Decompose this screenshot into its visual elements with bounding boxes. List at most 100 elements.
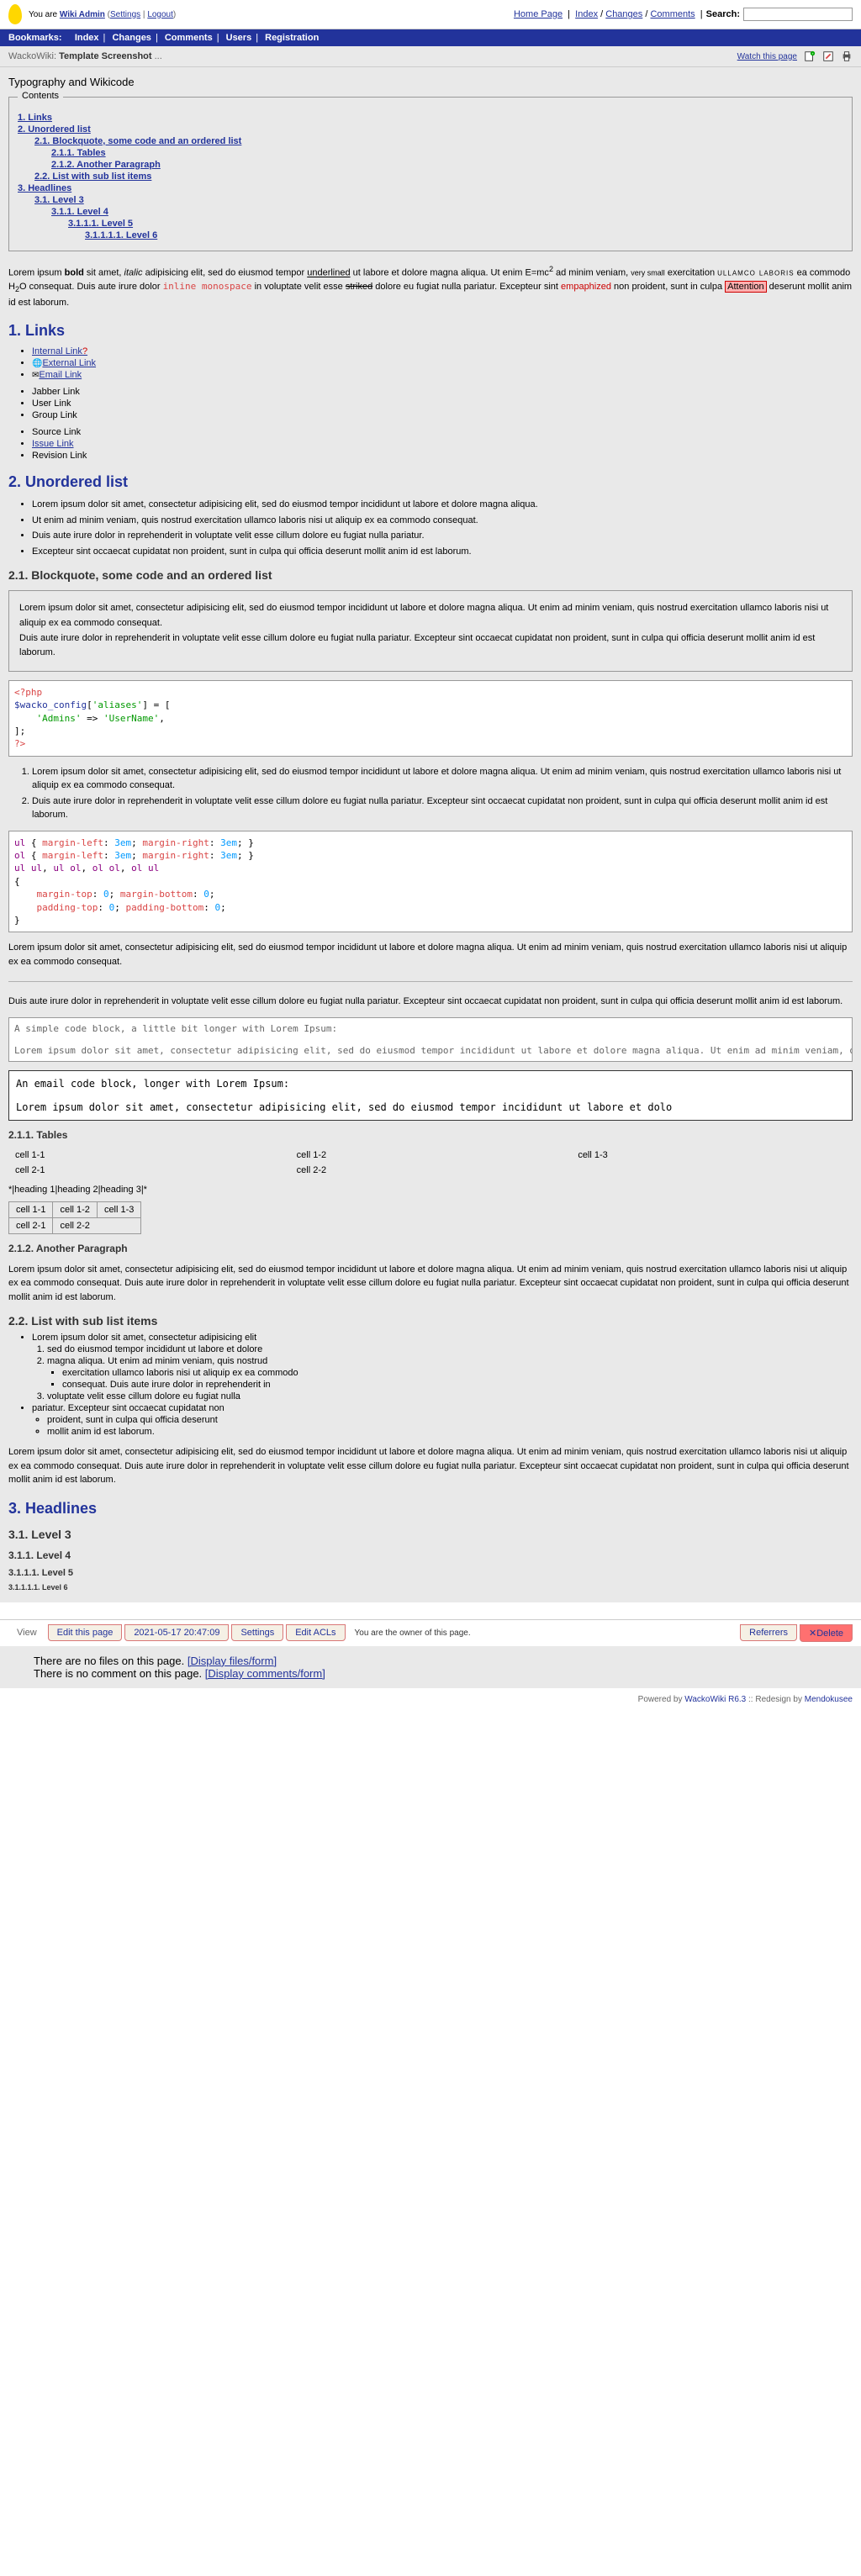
owner-text: You are the owner of this page. <box>355 1628 471 1638</box>
h-level4: 3.1.1. Level 4 <box>8 1549 853 1561</box>
table-markup: *|heading 1|heading 2|heading 3|* <box>8 1185 853 1195</box>
bookmark-add-icon[interactable]: + <box>804 50 816 62</box>
comments-link[interactable]: Comments <box>650 9 695 19</box>
search-input[interactable] <box>743 8 853 21</box>
delete-tab[interactable]: ✕Delete <box>800 1624 853 1642</box>
settings-tab[interactable]: Settings <box>231 1624 283 1641</box>
para-after-code: Lorem ipsum dolor sit amet, consectetur … <box>8 941 853 969</box>
referrers-tab[interactable]: Referrers <box>740 1624 797 1641</box>
bookmarks-bar: Bookmarks: Index| Changes| Comments| Use… <box>0 29 861 46</box>
h-level3: 3.1. Level 3 <box>8 1528 853 1541</box>
divider <box>8 981 853 982</box>
svg-text:+: + <box>811 51 814 55</box>
ordered-list: Lorem ipsum dolor sit amet, consectetur … <box>32 765 853 822</box>
files-link[interactable]: [Display files/form] <box>188 1655 277 1667</box>
acls-tab[interactable]: Edit ACLs <box>286 1624 345 1641</box>
issue-link[interactable]: Issue Link <box>32 439 74 449</box>
list-item: Lorem ipsum dolor sit amet, consectetur … <box>32 498 853 512</box>
jabber-link: Jabber Link <box>32 387 853 397</box>
toc-unordered[interactable]: 2. Unordered list <box>18 124 91 135</box>
list-item: Duis aute irure dolor in reprehenderit i… <box>32 794 853 822</box>
list-item: Ut enim ad minim veniam, quis nostrud ex… <box>32 514 853 528</box>
toc-l6[interactable]: 3.1.1.1.1. Level 6 <box>85 230 157 240</box>
page-title: Template Screenshot <box>59 51 151 61</box>
bookmark-changes[interactable]: Changes <box>112 33 151 43</box>
toc-another[interactable]: 2.1.2. Another Paragraph <box>51 160 161 170</box>
list-item: pariatur. Excepteur sint occaecat cupida… <box>32 1403 853 1437</box>
link-list-1: Internal Link 🌐External Link ✉Email Link <box>32 346 853 380</box>
link-list-3: Source Link Issue Link Revision Link <box>32 427 853 461</box>
toc-blockquote[interactable]: 2.1. Blockquote, some code and an ordere… <box>34 136 241 146</box>
email-link[interactable]: Email Link <box>39 370 82 380</box>
content-heading: Typography and Wikicode <box>8 76 853 88</box>
link-list-2: Jabber Link User Link Group Link <box>32 387 853 420</box>
footer-info: There are no files on this page. [Displa… <box>0 1646 861 1688</box>
toc-tables[interactable]: 2.1.1. Tables <box>51 148 106 158</box>
nested-list: Lorem ipsum dolor sit amet, consectetur … <box>32 1333 853 1437</box>
toc-legend: Contents <box>18 91 63 101</box>
final-para: Lorem ipsum dolor sit amet, consectetur … <box>8 1445 853 1487</box>
list-item: Lorem ipsum dolor sit amet, consectetur … <box>32 765 853 793</box>
print-icon[interactable] <box>841 50 853 62</box>
edit-tab[interactable]: Edit this page <box>48 1624 123 1641</box>
footer-tabs: View Edit this page 2021-05-17 20:47:09 … <box>0 1619 861 1646</box>
toc-l3[interactable]: 3.1. Level 3 <box>34 195 84 205</box>
internal-link[interactable]: Internal Link <box>32 346 87 356</box>
h-sublist: 2.2. List with sub list items <box>8 1314 853 1328</box>
bookmark-index[interactable]: Index <box>75 33 99 43</box>
external-icon: 🌐 <box>32 359 42 368</box>
list-item: Excepteur sint occaecat cupidatat non pr… <box>32 545 853 559</box>
bookmark-users[interactable]: Users <box>226 33 252 43</box>
changes-link[interactable]: Changes <box>605 9 642 19</box>
settings-link[interactable]: Settings <box>110 10 140 19</box>
table-2: cell 1-1cell 1-2cell 1-3 cell 2-1cell 2-… <box>8 1201 141 1234</box>
toc-links[interactable]: 1. Links <box>18 113 52 123</box>
toc: Contents 1. Links 2. Unordered list 2.1.… <box>8 97 853 251</box>
list-item: Lorem ipsum dolor sit amet, consectetur … <box>32 1333 853 1401</box>
revision-link: Revision Link <box>32 451 853 461</box>
index-link[interactable]: Index <box>575 9 598 19</box>
h-headlines: 3. Headlines <box>8 1500 853 1518</box>
external-link[interactable]: External Link <box>42 358 96 368</box>
logo-icon <box>8 4 22 24</box>
table-1: cell 1-1cell 1-2cell 1-3 cell 2-1cell 2-… <box>8 1148 853 1178</box>
toc-headlines[interactable]: 3. Headlines <box>18 183 71 193</box>
content: Typography and Wikicode Contents 1. Link… <box>0 67 861 1602</box>
logout-link[interactable]: Logout <box>147 10 173 19</box>
watch-link[interactable]: Watch this page <box>737 52 797 61</box>
h-level5: 3.1.1.1. Level 5 <box>8 1568 853 1578</box>
toc-l5[interactable]: 3.1.1.1. Level 5 <box>68 219 133 229</box>
php-code: <?php $wacko_config['aliases'] = [ 'Admi… <box>8 680 853 757</box>
bookmark-comments[interactable]: Comments <box>165 33 213 43</box>
wacko-link[interactable]: WackoWiki R6.3 <box>684 1695 746 1704</box>
h-links: 1. Links <box>8 322 853 340</box>
user-link[interactable]: Wiki Admin <box>60 10 105 19</box>
source-link: Source Link <box>32 427 853 437</box>
home-link[interactable]: Home Page <box>514 9 563 19</box>
user-link-item: User Link <box>32 399 853 409</box>
h-blockquote: 2.1. Blockquote, some code and an ordere… <box>8 568 853 582</box>
unordered-list: Lorem ipsum dolor sit amet, consectetur … <box>32 498 853 558</box>
date-tab[interactable]: 2021-05-17 20:47:09 <box>124 1624 229 1641</box>
list-item: Duis aute irure dolor in reprehenderit i… <box>32 529 853 543</box>
blockquote: Lorem ipsum dolor sit amet, consectetur … <box>8 590 853 671</box>
h-tables: 2.1.1. Tables <box>8 1129 853 1141</box>
view-tab: View <box>8 1625 45 1640</box>
group-link-item: Group Link <box>32 410 853 420</box>
page-dots[interactable]: ... <box>155 51 162 61</box>
header: You are Wiki Admin (Settings | Logout) H… <box>0 0 861 29</box>
wiki-home-link[interactable]: WackoWiki: <box>8 51 56 61</box>
h-level6: 3.1.1.1.1. Level 6 <box>8 1583 853 1592</box>
h-unordered: 2. Unordered list <box>8 473 853 491</box>
toc-sublist[interactable]: 2.2. List with sub list items <box>34 172 151 182</box>
author-link[interactable]: Mendokusee <box>805 1695 853 1704</box>
para-after-hr: Duis aute irure dolor in reprehenderit i… <box>8 995 853 1009</box>
user-info: You are Wiki Admin (Settings | Logout) <box>29 10 176 19</box>
comments-link-footer[interactable]: [Display comments/form] <box>205 1667 325 1680</box>
css-code: ul { margin-left: 3em; margin-right: 3em… <box>8 831 853 933</box>
bookmark-registration[interactable]: Registration <box>265 33 319 43</box>
toc-l4[interactable]: 3.1.1. Level 4 <box>51 207 108 217</box>
edit-icon[interactable] <box>822 50 834 62</box>
h-another: 2.1.2. Another Paragraph <box>8 1243 853 1254</box>
powered-by: Powered by WackoWiki R6.3 :: Redesign by… <box>0 1688 861 1711</box>
